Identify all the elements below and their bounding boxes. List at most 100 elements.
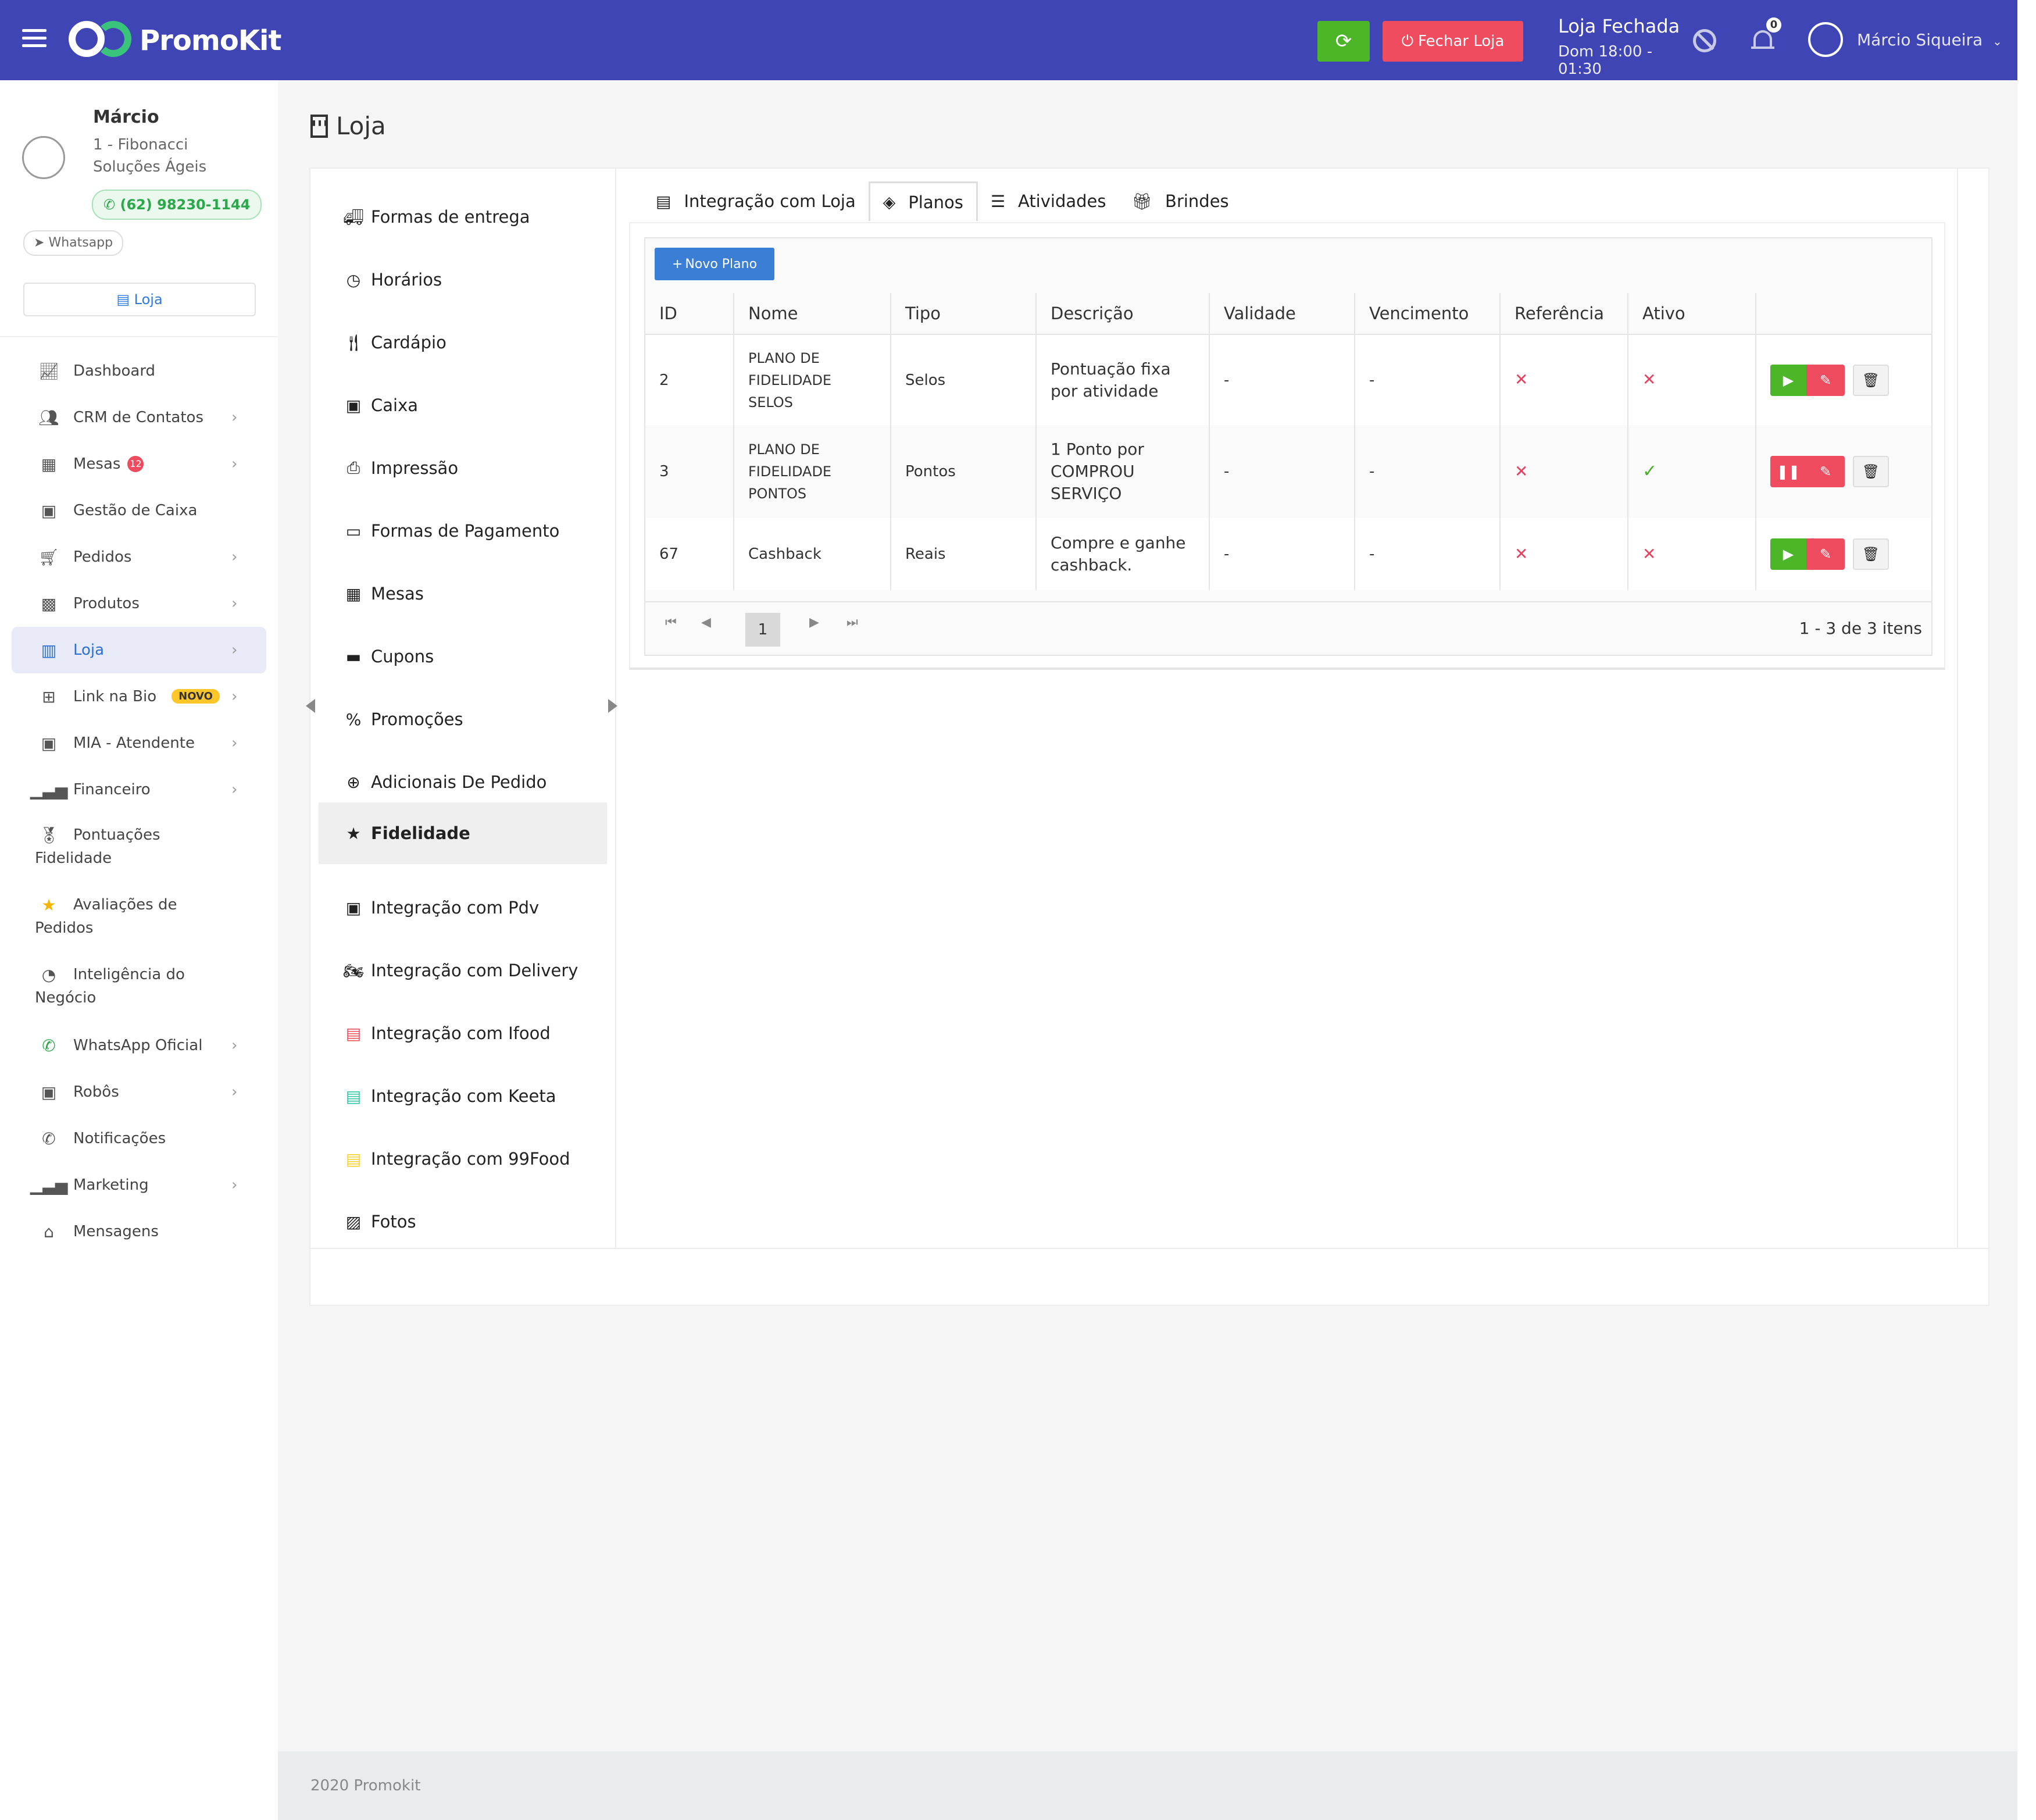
chevron-right-icon: › xyxy=(231,641,238,659)
sidebar-item-gestao-caixa[interactable]: ▣ Gestão de Caixa xyxy=(0,487,278,534)
column-header[interactable]: ID xyxy=(645,293,734,335)
table-row: 2 PLANO DE FIDELIDADE SELOS Selos Pontua… xyxy=(645,334,1931,425)
refresh-button[interactable]: ⟳ xyxy=(1317,21,1370,62)
cell-nome: PLANO DE FIDELIDADE SELOS xyxy=(734,334,891,425)
submenu-cardapio[interactable]: 🍴︎ Cardápio xyxy=(319,312,607,373)
sidebar-item-link-na-bio[interactable]: ⊞ Link na Bio NOVO › xyxy=(0,673,278,720)
submenu-mesas[interactable]: ▦ Mesas xyxy=(319,563,607,624)
top-navbar: PromoKit ⟳ ⏻ Fechar Loja Loja Fechada Do… xyxy=(0,0,2017,80)
submenu-integracao-keeta[interactable]: ▤ Integração com Keeta xyxy=(319,1065,607,1127)
column-header[interactable]: Validade xyxy=(1209,293,1355,335)
sidebar-item-mesas[interactable]: ▦ Mesas 12 › xyxy=(0,441,278,487)
sidebar-item-loja[interactable]: ▥ Loja › xyxy=(12,627,266,673)
user-avatar-icon[interactable] xyxy=(1808,22,1843,57)
store-button[interactable]: ▤ Loja xyxy=(23,283,256,316)
delete-button[interactable]: 🗑︎ xyxy=(1853,364,1889,396)
sidebar-item-marketing[interactable]: ▁▃▅ Marketing › xyxy=(0,1162,278,1208)
sidebar-item-notificacoes[interactable]: ✆ Notificações xyxy=(0,1115,278,1162)
submenu-impressao[interactable]: ⎙ Impressão xyxy=(319,437,607,499)
column-header[interactable]: Vencimento xyxy=(1355,293,1501,335)
sidebar-item-crm[interactable]: 👥︎ CRM de Contatos › xyxy=(0,394,278,441)
robot-icon: ▣ xyxy=(41,733,57,753)
tab-integracao-loja[interactable]: ▤ Integração com Loja xyxy=(643,181,869,221)
table-header-row: ID Nome Tipo Descrição Validade Vencimen… xyxy=(645,293,1931,335)
edit-button[interactable]: ✎ xyxy=(1806,364,1845,396)
next-page-icon[interactable]: ▶ xyxy=(809,615,819,630)
submenu-caixa[interactable]: ▣ Caixa xyxy=(319,374,607,436)
sidebar-item-pedidos[interactable]: 🛒︎ Pedidos › xyxy=(0,534,278,580)
phone-badge[interactable]: ✆ (62) 98230-1144 xyxy=(92,190,262,220)
bar-chart-icon: ▁▃▅ xyxy=(30,1175,68,1195)
tab-planos[interactable]: ◈ Planos xyxy=(868,181,978,221)
sidebar-item-label: Financeiro xyxy=(73,781,151,798)
submenu-integracao-delivery[interactable]: 🏍︎ Integração com Delivery xyxy=(319,940,607,1001)
edit-button[interactable]: ✎ xyxy=(1806,456,1845,487)
robot-icon: ▣ xyxy=(41,1082,57,1102)
current-page-button[interactable]: 1 xyxy=(745,613,780,647)
mesas-count-badge: 12 xyxy=(127,456,144,472)
footer-text: 2020 Promokit xyxy=(310,1777,421,1794)
logo[interactable]: PromoKit xyxy=(69,19,281,63)
sidebar-item-robos[interactable]: ▣ Robôs › xyxy=(0,1069,278,1115)
submenu-label: Integração com Ifood xyxy=(371,1023,551,1043)
submenu-promocoes[interactable]: % Promoções xyxy=(319,688,607,750)
whatsapp-badge[interactable]: ➤ Whatsapp xyxy=(23,230,124,256)
submenu-horarios[interactable]: ◷ Horários xyxy=(319,249,607,311)
notifications-bell-icon[interactable]: 0 xyxy=(1751,17,1781,53)
store-icon: ▤ xyxy=(116,291,130,308)
sidebar-item-pontuacoes[interactable]: 🏅︎ Pontuações Fidelidade xyxy=(0,813,278,883)
submenu-formas-entrega[interactable]: 🚚︎ Formas de entrega xyxy=(319,186,607,248)
grid-toolbar: + Novo Plano xyxy=(645,238,1931,294)
column-header[interactable]: Descrição xyxy=(1036,293,1210,335)
sidebar-item-dashboard[interactable]: 📈︎ Dashboard xyxy=(0,348,278,394)
cell-validade: - xyxy=(1209,425,1355,518)
store-button-label: Loja xyxy=(134,291,163,308)
row-actions: ▶ ✎ 🗑︎ xyxy=(1756,518,1931,590)
submenu-fotos[interactable]: ▨ Fotos xyxy=(319,1191,607,1252)
scroll-left-arrow-icon[interactable] xyxy=(306,699,315,713)
edit-button[interactable]: ✎ xyxy=(1806,538,1845,570)
close-store-button[interactable]: ⏻ Fechar Loja xyxy=(1383,21,1523,62)
activate-play-button[interactable]: ▶ xyxy=(1770,364,1806,396)
sidebar-item-mensagens[interactable]: ⌂ Mensagens xyxy=(0,1208,278,1255)
sidebar-item-avaliacoes[interactable]: ★ Avaliações de Pedidos xyxy=(0,883,278,952)
tab-brindes[interactable]: 🎁︎ Brindes xyxy=(1119,181,1242,221)
submenu-fidelidade[interactable]: ★ Fidelidade xyxy=(319,802,607,864)
pause-button[interactable]: ❚❚ xyxy=(1770,456,1806,487)
sidebar-item-label: Avaliações de xyxy=(73,896,177,913)
chevron-right-icon: › xyxy=(231,595,238,612)
sidebar-item-mia[interactable]: ▣ MIA - Atendente › xyxy=(0,720,278,766)
footer: 2020 Promokit xyxy=(278,1751,2017,1820)
column-header[interactable]: Tipo xyxy=(891,293,1037,335)
column-header[interactable]: Referência xyxy=(1500,293,1628,335)
sidebar-item-produtos[interactable]: ▩ Produtos › xyxy=(0,580,278,627)
column-header[interactable]: Ativo xyxy=(1628,293,1756,335)
user-menu[interactable]: Márcio Siqueira ⌄ xyxy=(1857,30,2002,49)
cell-descricao: Compre e ganhe cashback. xyxy=(1036,518,1210,590)
sidebar-item-label: Pedidos xyxy=(73,548,132,566)
sidebar-item-financeiro[interactable]: ▁▃▅ Financeiro › xyxy=(0,766,278,813)
submenu-label: Cupons xyxy=(371,647,434,666)
table-icon: ▦ xyxy=(345,584,362,604)
new-plan-button[interactable]: + Novo Plano xyxy=(655,248,774,280)
first-page-icon[interactable]: ⏮ xyxy=(665,615,677,630)
tab-atividades[interactable]: ☰ Atividades xyxy=(978,181,1119,221)
submenu-integracao-99food[interactable]: ▤ Integração com 99Food xyxy=(319,1128,607,1190)
submenu-integracao-pdv[interactable]: ▣ Integração com Pdv xyxy=(319,877,607,938)
column-header[interactable]: Nome xyxy=(734,293,891,335)
prev-page-icon[interactable]: ◀ xyxy=(701,615,711,630)
last-page-icon[interactable]: ⏭ xyxy=(846,615,858,630)
sidebar-item-inteligencia[interactable]: ◔ Inteligência do Negócio xyxy=(0,952,278,1022)
plans-table: ID Nome Tipo Descrição Validade Vencimen… xyxy=(645,293,1931,590)
activate-play-button[interactable]: ▶ xyxy=(1770,538,1806,570)
submenu-formas-pagamento[interactable]: ▭ Formas de Pagamento xyxy=(319,500,607,562)
submenu-cupons[interactable]: ▬ Cupons xyxy=(319,626,607,687)
hamburger-menu-icon[interactable] xyxy=(22,29,47,49)
x-icon: ✕ xyxy=(1642,370,1656,389)
delete-button[interactable]: 🗑︎ xyxy=(1853,538,1889,570)
sidebar-item-whatsapp-oficial[interactable]: ✆ WhatsApp Oficial › xyxy=(0,1022,278,1069)
x-icon: ✕ xyxy=(1515,544,1528,563)
delete-button[interactable]: 🗑︎ xyxy=(1853,456,1889,487)
submenu-integracao-ifood[interactable]: ▤ Integração com Ifood xyxy=(319,1002,607,1064)
sidebar-divider xyxy=(0,336,278,337)
